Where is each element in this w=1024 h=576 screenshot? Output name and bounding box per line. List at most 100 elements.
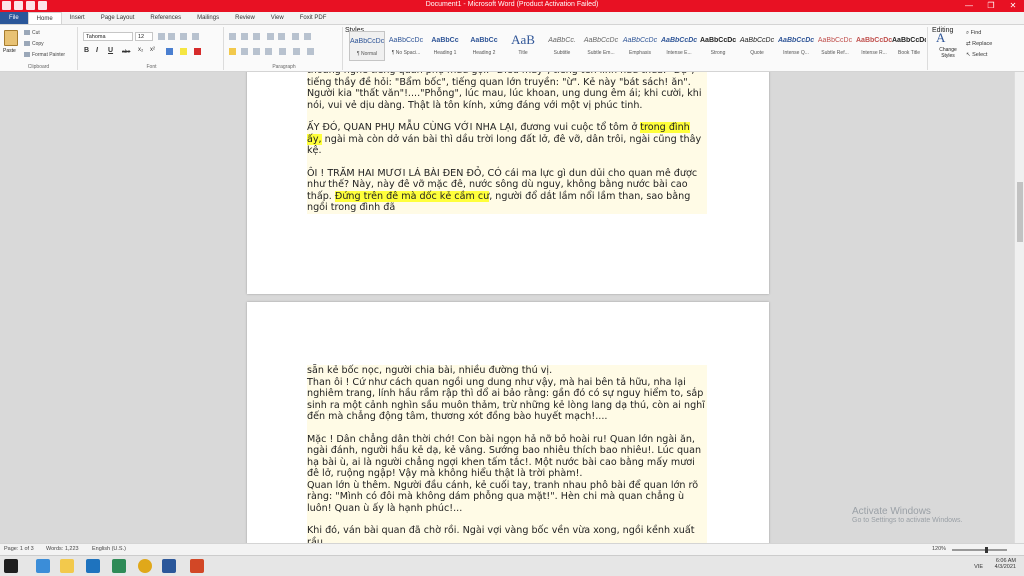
edge-icon[interactable] <box>36 559 50 573</box>
tab-insert[interactable]: Insert <box>62 12 93 24</box>
paragraph[interactable]: ÔI ! TRĂM HAI MƯƠI LÁ BÀI ĐEN ĐỎ, CÓ cái… <box>307 168 707 214</box>
style-subtitle[interactable]: AaBbCc. Subtitle <box>544 31 580 61</box>
align-right-icon[interactable] <box>253 48 260 55</box>
chrome-icon[interactable] <box>138 559 152 573</box>
paragraph[interactable]: là nhân nha, dương bệ, ngày ngà. nào quầ… <box>307 72 707 111</box>
tab-references[interactable]: References <box>142 12 189 24</box>
language-tray[interactable]: VIE <box>974 564 983 570</box>
subscript-button[interactable]: x₂ <box>138 47 143 53</box>
tab-home[interactable]: Home <box>27 12 62 24</box>
style-intense-emphasis[interactable]: AaBbCcDc Intense E... <box>661 31 697 61</box>
decrease-indent-icon[interactable] <box>267 33 274 40</box>
zoom-level[interactable]: 120% <box>932 546 946 552</box>
system-tray[interactable]: VIE 6:06 AM 4/3/2021 <box>974 558 1016 570</box>
line-spacing-icon[interactable] <box>279 48 286 55</box>
tab-page-layout[interactable]: Page Layout <box>93 12 143 24</box>
text-effects-icon[interactable] <box>166 48 173 55</box>
document-area[interactable]: là nhân nha, dương bệ, ngày ngà. nào quầ… <box>0 72 1024 543</box>
align-left-icon[interactable] <box>229 48 236 55</box>
styles-group: AaBbCcDc ¶ Normal AaBbCcDc ¶ No Spaci...… <box>345 27 928 70</box>
paragraph[interactable]: Mặc ! Dân chẳng dân thời chớ! Con bài ng… <box>307 434 707 515</box>
highlighted-text[interactable]: Đứng trên đê mà dốc kẻ cầm cư <box>334 190 490 202</box>
minimize-button[interactable]: — <box>958 0 980 12</box>
strikethrough-button[interactable]: abe <box>122 49 130 55</box>
language-indicator[interactable]: English (U.S.) <box>92 546 126 552</box>
multilevel-list-icon[interactable] <box>253 33 260 40</box>
style-normal[interactable]: AaBbCcDc ¶ Normal <box>349 31 385 61</box>
bullets-icon[interactable] <box>229 33 236 40</box>
align-center-icon[interactable] <box>241 48 248 55</box>
vertical-scrollbar[interactable] <box>1014 72 1024 543</box>
style-no-spacing[interactable]: AaBbCcDc ¶ No Spaci... <box>388 31 424 61</box>
excel-icon[interactable] <box>112 559 126 573</box>
paragraph[interactable]: sẵn kẻ bốc nọc, người chia bài, nhiều đư… <box>307 365 707 423</box>
style-emphasis[interactable]: AaBbCcDc Emphasis <box>622 31 658 61</box>
style-title[interactable]: AaB Title <box>505 31 541 61</box>
style-intense-quote[interactable]: AaBbCcDc Intense Q... <box>778 31 814 61</box>
zoom-slider[interactable] <box>952 549 1007 551</box>
tab-foxit-pdf[interactable]: Foxit PDF <box>292 12 335 24</box>
format-painter-button[interactable]: Format Painter <box>24 52 65 58</box>
font-name-select[interactable]: Tahoma <box>83 32 133 41</box>
show-formatting-icon[interactable] <box>304 33 311 40</box>
shrink-font-icon[interactable] <box>168 33 175 40</box>
word-icon[interactable] <box>162 559 176 573</box>
underline-button[interactable]: U <box>108 47 113 54</box>
change-styles-icon[interactable]: A <box>936 30 950 45</box>
tab-review[interactable]: Review <box>227 12 263 24</box>
file-explorer-icon[interactable] <box>60 559 74 573</box>
bold-button[interactable]: B <box>84 47 89 54</box>
page2-text[interactable]: sẵn kẻ bốc nọc, người chia bài, nhiều đư… <box>307 365 707 543</box>
change-case-icon[interactable] <box>180 33 187 40</box>
italic-button[interactable]: I <box>96 47 98 54</box>
superscript-button[interactable]: x² <box>150 47 155 53</box>
paragraph-group-label: Paragraph <box>272 64 296 70</box>
highlight-color-icon[interactable] <box>180 48 187 55</box>
tab-mailings[interactable]: Mailings <box>189 12 227 24</box>
word-count[interactable]: Words: 1,223 <box>46 546 79 552</box>
style-heading-2[interactable]: AaBbCc Heading 2 <box>466 31 502 61</box>
replace-button[interactable]: ⇄ Replace <box>966 41 992 47</box>
font-color-icon[interactable] <box>194 48 201 55</box>
tab-file[interactable]: File <box>0 12 28 24</box>
increase-indent-icon[interactable] <box>278 33 285 40</box>
zoom-slider-handle[interactable] <box>985 547 988 553</box>
style-subtle-reference[interactable]: AaBbCcDc Subtle Ref... <box>817 31 853 61</box>
document-page-1[interactable]: là nhân nha, dương bệ, ngày ngà. nào quầ… <box>247 72 769 294</box>
paragraph[interactable]: ẤY ĐÓ, QUAN PHỤ MẪU CÙNG VỚI NHA LẠI, đư… <box>307 122 707 157</box>
window-title: Document1 - Microsoft Word (Product Acti… <box>425 1 599 8</box>
maximize-button[interactable]: ❐ <box>980 0 1002 12</box>
change-styles-button[interactable]: Change Styles <box>934 47 962 59</box>
borders-icon[interactable] <box>307 48 314 55</box>
page-count[interactable]: Page: 1 of 3 <box>4 546 34 552</box>
paste-button[interactable]: Paste <box>3 48 16 54</box>
find-button[interactable]: ⌕ Find <box>966 30 981 37</box>
style-intense-reference[interactable]: AaBbCcDc Intense R... <box>856 31 892 61</box>
clear-formatting-icon[interactable] <box>192 33 199 40</box>
grow-font-icon[interactable] <box>158 33 165 40</box>
document-page-2[interactable]: sẵn kẻ bốc nọc, người chia bài, nhiều đư… <box>247 302 769 543</box>
paste-icon[interactable] <box>4 30 18 46</box>
mail-icon[interactable] <box>86 559 100 573</box>
style-book-title[interactable]: AaBbCcDc Book Title <box>892 31 926 61</box>
sort-icon[interactable] <box>292 33 299 40</box>
page1-text[interactable]: là nhân nha, dương bệ, ngày ngà. nào quầ… <box>307 72 707 214</box>
scrollbar-thumb[interactable] <box>1017 182 1023 242</box>
shading-icon[interactable] <box>293 48 300 55</box>
close-button[interactable]: ✕ <box>1002 0 1024 12</box>
select-button[interactable]: ↖ Select <box>966 52 987 58</box>
font-size-select[interactable]: 12 <box>135 32 153 41</box>
copy-button[interactable]: Copy <box>24 41 44 47</box>
cut-button[interactable]: Cut <box>24 30 40 36</box>
numbering-icon[interactable] <box>241 33 248 40</box>
tab-view[interactable]: View <box>263 12 292 24</box>
style-strong[interactable]: AaBbCcDc Strong <box>700 31 736 61</box>
start-icon[interactable] <box>4 559 18 573</box>
clock[interactable]: 6:06 AM 4/3/2021 <box>995 558 1016 570</box>
style-heading-1[interactable]: AaBbCc Heading 1 <box>427 31 463 61</box>
style-quote[interactable]: AaBbCcDc Quote <box>739 31 775 61</box>
powerpoint-icon[interactable] <box>190 559 204 573</box>
style-subtle-emphasis[interactable]: AaBbCcDc Subtle Em... <box>583 31 619 61</box>
paragraph[interactable]: Khi đó, ván bài quan đã chờ rồi. Ngài vợ… <box>307 525 707 543</box>
justify-icon[interactable] <box>265 48 272 55</box>
